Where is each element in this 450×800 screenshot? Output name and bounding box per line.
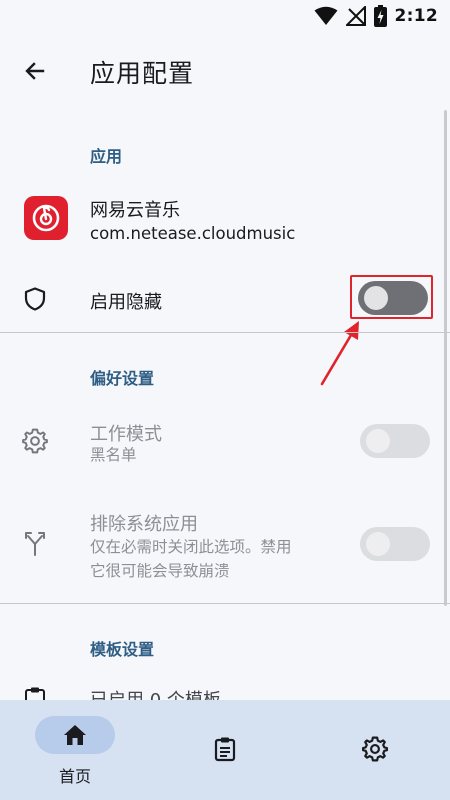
nav-active-indicator [35,716,115,754]
section-divider [0,332,450,333]
nav-item-templates[interactable] [150,700,300,800]
battery-charging-icon [373,5,387,27]
shield-icon [22,286,48,312]
gear-icon [362,736,388,762]
scrollbar[interactable] [444,110,447,606]
bottom-navigation: 首页 [0,700,450,800]
nav-item-home[interactable]: 首页 [0,700,150,800]
section-header-preferences: 偏好设置 [90,369,155,388]
no-signal-icon [345,6,366,26]
netease-music-logo-icon [32,204,60,232]
top-app-bar: 应用配置 [0,32,450,110]
exclude-system-desc-line1: 仅在必需时关闭此选项。禁用 [90,538,292,556]
switch-knob [366,532,390,556]
work-mode-value: 黑名单 [90,446,137,464]
back-button[interactable] [14,50,56,92]
app-icon [24,196,68,240]
work-mode-switch[interactable] [360,424,430,458]
app-package: com.netease.cloudmusic [90,224,296,243]
clipboard-icon [214,737,236,762]
home-icon [64,725,86,745]
switch-knob [366,429,390,453]
page-title: 应用配置 [90,59,195,88]
section-header-templates: 模板设置 [90,640,155,659]
exclude-system-switch[interactable] [360,527,430,561]
exclude-system-desc-line2: 它很可能会导致崩溃 [90,562,230,580]
highlight-box [350,275,433,319]
arrow-left-icon [25,62,45,80]
fork-arrows-icon [22,530,48,556]
nav-icon [355,734,395,764]
section-divider [0,603,450,604]
gear-icon [22,428,48,454]
status-bar: 2:12 [0,0,450,32]
section-header-app: 应用 [90,147,123,166]
enable-hide-label: 启用隐藏 [90,292,162,313]
app-name: 网易云音乐 [90,200,180,221]
exclude-system-label: 排除系统应用 [90,514,198,535]
nav-icon [205,734,245,764]
status-time: 2:12 [394,6,438,26]
app-info-row: 网易云音乐 com.netease.cloudmusic [0,186,438,252]
annotation-arrow-icon [320,321,359,386]
wifi-icon [314,6,338,25]
nav-label-home: 首页 [58,767,91,786]
nav-item-settings[interactable] [300,700,450,800]
